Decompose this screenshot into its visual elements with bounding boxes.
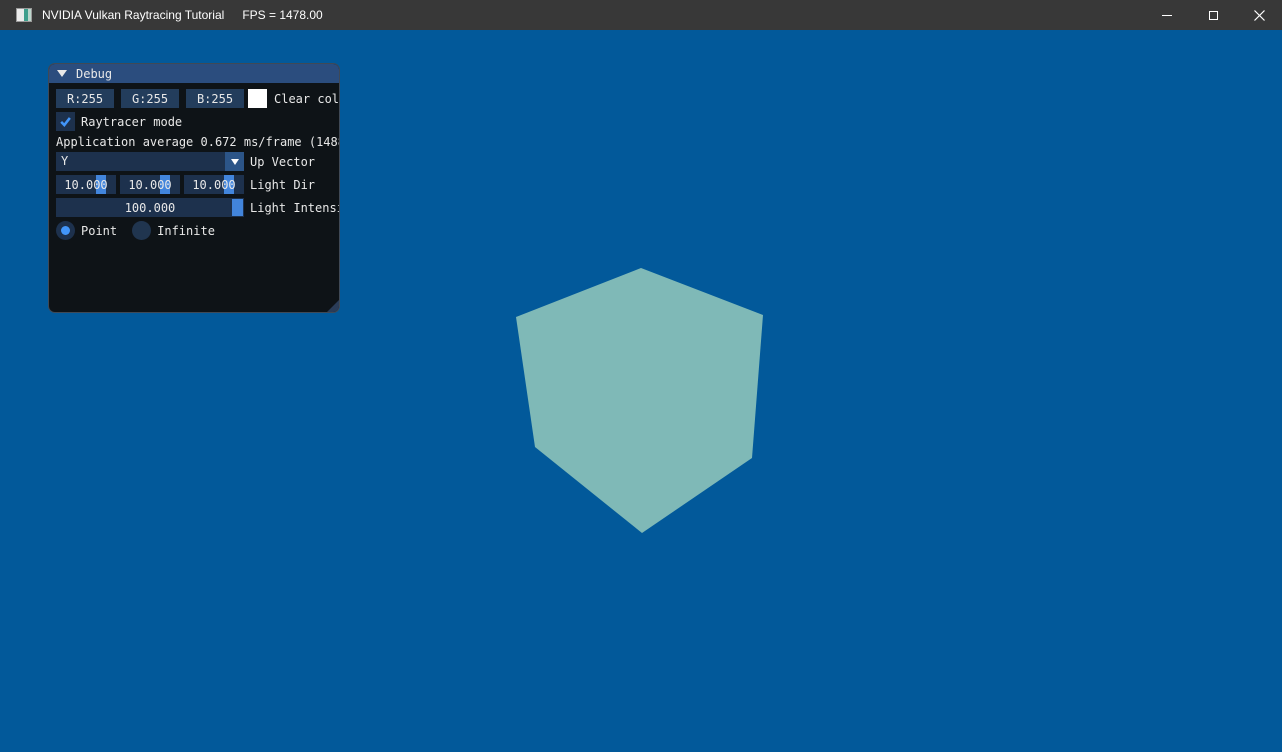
minimize-button[interactable] — [1144, 0, 1190, 30]
app-window: NVIDIA Vulkan Raytracing Tutorial FPS = … — [0, 0, 1282, 752]
cube-silhouette — [516, 268, 763, 533]
render-viewport[interactable]: Debug R:255 G:255 B:255 Clear color Rayt… — [0, 30, 1282, 752]
up-vector-value: Y — [61, 152, 68, 171]
app-icon — [16, 8, 32, 22]
maximize-icon — [1209, 11, 1218, 20]
light-intensity-label: Light Intensi — [250, 201, 340, 215]
check-icon — [58, 114, 73, 129]
debug-panel[interactable]: Debug R:255 G:255 B:255 Clear color Rayt… — [48, 63, 340, 313]
clear-color-row: R:255 G:255 B:255 Clear color — [56, 89, 340, 108]
clear-color-label: Clear color — [274, 92, 340, 106]
minimize-icon — [1162, 15, 1172, 16]
frame-stats-text: Application average 0.672 ms/frame (1488 — [56, 135, 340, 148]
light-intensity-value: 100.000 — [125, 201, 176, 215]
light-dir-label: Light Dir — [250, 178, 315, 192]
combo-arrow-button[interactable] — [225, 152, 244, 171]
close-icon — [1254, 10, 1265, 21]
radio-selected-dot — [61, 226, 70, 235]
light-dir-z-slider[interactable]: 10.000 — [184, 175, 244, 194]
slider-grab[interactable] — [232, 199, 243, 216]
light-type-row: Point Infinite — [56, 221, 215, 240]
panel-resize-grip[interactable] — [327, 300, 339, 312]
maximize-button[interactable] — [1190, 0, 1236, 30]
window-title: NVIDIA Vulkan Raytracing Tutorial — [42, 8, 224, 22]
light-dir-z-value: 10.000 — [192, 178, 235, 192]
red-value-button[interactable]: R:255 — [56, 89, 114, 108]
light-dir-x-slider[interactable]: 10.000 — [56, 175, 116, 194]
close-button[interactable] — [1236, 0, 1282, 30]
debug-panel-titlebar[interactable]: Debug — [49, 64, 339, 83]
green-value-button[interactable]: G:255 — [121, 89, 179, 108]
fps-counter: FPS = 1478.00 — [242, 8, 322, 22]
window-titlebar[interactable]: NVIDIA Vulkan Raytracing Tutorial FPS = … — [0, 0, 1282, 30]
infinite-radio-label: Infinite — [157, 224, 215, 238]
debug-panel-title: Debug — [76, 67, 112, 81]
clear-color-swatch[interactable] — [248, 89, 267, 108]
light-dir-y-value: 10.000 — [128, 178, 171, 192]
raytracer-mode-checkbox[interactable] — [56, 112, 75, 131]
light-dir-y-slider[interactable]: 10.000 — [120, 175, 180, 194]
up-vector-row: Y Up Vector — [56, 152, 315, 171]
up-vector-combo[interactable]: Y — [56, 152, 244, 171]
chevron-down-icon — [231, 159, 239, 165]
point-radio[interactable] — [56, 221, 75, 240]
point-radio-label: Point — [81, 224, 117, 238]
raytracer-mode-label: Raytracer mode — [81, 115, 182, 129]
infinite-radio[interactable] — [132, 221, 151, 240]
collapse-arrow-icon[interactable] — [57, 70, 67, 77]
blue-value-button[interactable]: B:255 — [186, 89, 244, 108]
up-vector-label: Up Vector — [250, 155, 315, 169]
window-controls — [1144, 0, 1282, 30]
light-intensity-row: 100.000 Light Intensi — [56, 198, 340, 217]
light-intensity-slider[interactable]: 100.000 — [56, 198, 244, 217]
light-dir-x-value: 10.000 — [64, 178, 107, 192]
raytracer-mode-row: Raytracer mode — [56, 112, 182, 131]
light-dir-row: 10.000 10.000 10.000 Light Dir — [56, 175, 315, 194]
